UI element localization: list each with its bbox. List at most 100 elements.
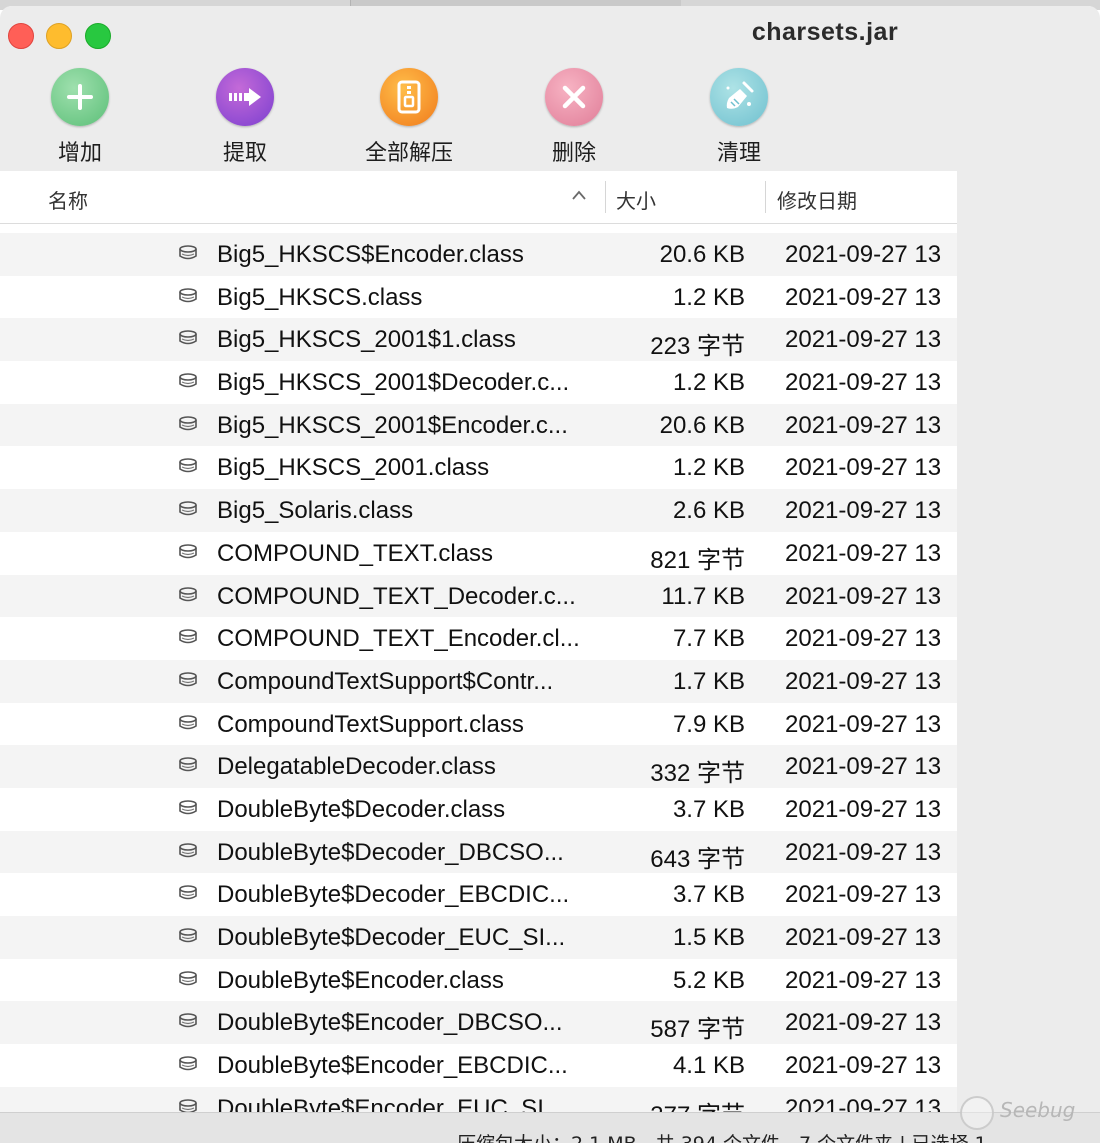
maximize-window-button[interactable]: [85, 23, 111, 49]
java-class-file-icon: [179, 672, 197, 687]
file-date: 2021-09-27 13: [785, 966, 942, 994]
file-row[interactable]: Big5_HKSCS.class 1.2 KB 2021-09-27 13: [0, 275, 957, 319]
file-date: 2021-09-27 13: [785, 539, 942, 567]
file-date: 2021-09-27 13: [785, 241, 942, 268]
file-name: COMPOUND_TEXT_Decoder.c...: [217, 582, 576, 610]
file-size: 7.9 KB: [672, 710, 745, 738]
arrow-right-icon: [216, 68, 274, 126]
java-class-file-icon: [179, 970, 197, 985]
file-size: 7.7 KB: [672, 625, 745, 653]
java-class-file-icon: [179, 885, 197, 900]
watermark-text: Seebug: [1000, 1098, 1076, 1122]
plus-icon: [51, 68, 109, 126]
file-row[interactable]: Big5_Solaris.class 2.6 KB 2021-09-27 13: [0, 489, 957, 532]
java-class-file-icon: [179, 928, 197, 943]
java-class-file-icon: [179, 1013, 197, 1028]
file-row[interactable]: COMPOUND_TEXT.class 821 字节 2021-09-27 13: [0, 531, 957, 575]
file-row[interactable]: DoubleByte$Decoder_DBCSO... 643 字节 2021-09…: [0, 830, 957, 874]
java-class-file-icon: [179, 287, 197, 302]
file-size: 11.7 KB: [661, 582, 745, 610]
file-row[interactable]: DoubleByte$Decoder.class 3.7 KB 2021-09-27…: [0, 787, 957, 831]
file-date: 2021-09-27 13: [785, 326, 942, 354]
java-class-file-icon: [179, 757, 197, 772]
file-date: 2021-09-27 13: [785, 1052, 942, 1080]
file-rows: Big5_HKSCS$Encoder.class 20.6 KB 2021-09-2…: [0, 233, 957, 1130]
column-header-name[interactable]: 名称: [48, 185, 88, 214]
extract-all-button[interactable]: 全部解压: [349, 68, 469, 167]
delete-button-label: 删除: [551, 141, 596, 166]
column-divider[interactable]: [605, 181, 606, 213]
file-size: 1.2 KB: [672, 283, 745, 311]
java-class-file-icon: [179, 714, 197, 729]
clean-button[interactable]: 清理: [679, 68, 799, 167]
file-date: 2021-09-27 13: [785, 667, 942, 695]
extract-button[interactable]: 提取: [185, 68, 305, 167]
file-row[interactable]: DelegatableDecoder.class 332 字节 2021-09-27…: [0, 745, 957, 788]
file-size: 3.7 KB: [672, 795, 745, 823]
file-size: 20.6 KB: [659, 411, 745, 439]
file-date: 2021-09-27 13: [785, 924, 942, 951]
column-header-size[interactable]: 大小: [616, 185, 656, 214]
file-size: 223 字节: [650, 333, 745, 361]
file-name: DoubleByte$Decoder_EUC_SI...: [217, 924, 566, 951]
file-size: 3.7 KB: [672, 881, 745, 909]
file-row[interactable]: Big5_HKSCS$Encoder.class 20.6 KB 2021-09-2…: [0, 233, 957, 276]
file-row[interactable]: COMPOUND_TEXT_Decoder.c... 11.7 KB 2021-09…: [0, 574, 957, 618]
java-class-file-icon: [179, 373, 197, 388]
file-size: 587 字节: [650, 1016, 745, 1044]
file-name: DoubleByte$Encoder_DBCSO...: [217, 1009, 563, 1037]
file-row[interactable]: DoubleByte$Encoder_EBCDIC... 4.1 KB 2021-0…: [0, 1044, 957, 1087]
file-name: CompoundTextSupport$Contr...: [217, 667, 554, 695]
file-row[interactable]: DoubleByte$Decoder_EBCDIC... 3.7 KB 2021-0…: [0, 873, 957, 916]
file-row[interactable]: Big5_HKSCS_2001.class 1.2 KB 2021-09-27 13: [0, 446, 957, 490]
file-name: DoubleByte$Decoder.class: [217, 795, 506, 823]
java-class-file-icon: [179, 629, 197, 644]
file-row[interactable]: Big5_HKSCS_2001$Encoder.c... 20.6 KB 2021-…: [0, 403, 957, 447]
file-row[interactable]: Big5_HKSCS_2001$Decoder.c... 1.2 KB 2021-0…: [0, 361, 957, 404]
java-class-file-icon: [179, 245, 197, 260]
file-date: 2021-09-27 13: [785, 411, 942, 439]
column-divider[interactable]: [765, 181, 766, 213]
close-window-button[interactable]: [8, 23, 34, 49]
file-row[interactable]: DoubleByte$Decoder_EUC_SI... 1.5 KB 2021-0…: [0, 916, 957, 959]
file-size: 643 字节: [650, 845, 745, 873]
file-size: 332 字节: [650, 760, 745, 788]
watermark: Seebug: [960, 1092, 1090, 1132]
java-class-file-icon: [179, 330, 197, 345]
extract-all-button-label: 全部解压: [364, 141, 453, 166]
file-size: 1.2 KB: [672, 454, 745, 482]
column-header-date[interactable]: 修改日期: [777, 185, 857, 214]
file-name: Big5_HKSCS_2001$Encoder.c...: [217, 411, 568, 439]
file-size: 4.1 KB: [672, 1052, 745, 1080]
file-row[interactable]: CompoundTextSupport.class 7.9 KB 2021-09-2…: [0, 702, 957, 746]
file-name: Big5_HKSCS_2001$Decoder.c...: [217, 369, 570, 397]
file-name: COMPOUND_TEXT.class: [217, 539, 494, 567]
sort-ascending-icon[interactable]: [572, 185, 586, 204]
extract-button-label: 提取: [222, 141, 267, 166]
file-name: DoubleByte$Encoder_EBCDIC...: [217, 1052, 568, 1080]
file-name: Big5_HKSCS$Encoder.class: [217, 241, 524, 268]
file-row[interactable]: DoubleByte$Encoder_DBCSO... 587 字节 2021-09…: [0, 1001, 957, 1045]
file-name: Big5_HKSCS.class: [217, 283, 423, 311]
file-date: 2021-09-27 13: [785, 838, 942, 866]
file-size: 5.2 KB: [672, 966, 745, 994]
file-size: 2.6 KB: [672, 497, 745, 525]
minimize-window-button[interactable]: [46, 23, 72, 49]
file-row[interactable]: CompoundTextSupport$Contr... 1.7 KB 2021-0…: [0, 659, 957, 703]
add-button-label: 增加: [57, 141, 102, 166]
file-row[interactable]: Big5_HKSCS_2001$1.class 223 字节 2021-09-27 …: [0, 318, 957, 362]
watermark-logo-icon: [960, 1096, 994, 1130]
java-class-file-icon: [179, 458, 197, 473]
clean-button-label: 清理: [716, 141, 761, 166]
java-class-file-icon: [179, 586, 197, 601]
add-button[interactable]: 增加: [20, 68, 140, 167]
file-date: 2021-09-27 13: [785, 497, 942, 525]
java-class-file-icon: [179, 1056, 197, 1071]
file-row[interactable]: COMPOUND_TEXT_Encoder.cl... 7.7 KB 2021-09…: [0, 617, 957, 660]
status-text: 压缩包大小：2.1 MB，共 394 个文件，7 个文件夹 | 已选择 1: [457, 1129, 987, 1143]
file-name: CompoundTextSupport.class: [217, 710, 524, 738]
delete-button[interactable]: 删除: [514, 68, 634, 167]
java-class-file-icon: [179, 842, 197, 857]
java-class-file-icon: [179, 501, 197, 516]
file-row[interactable]: DoubleByte$Encoder.class 5.2 KB 2021-09-27…: [0, 958, 957, 1002]
